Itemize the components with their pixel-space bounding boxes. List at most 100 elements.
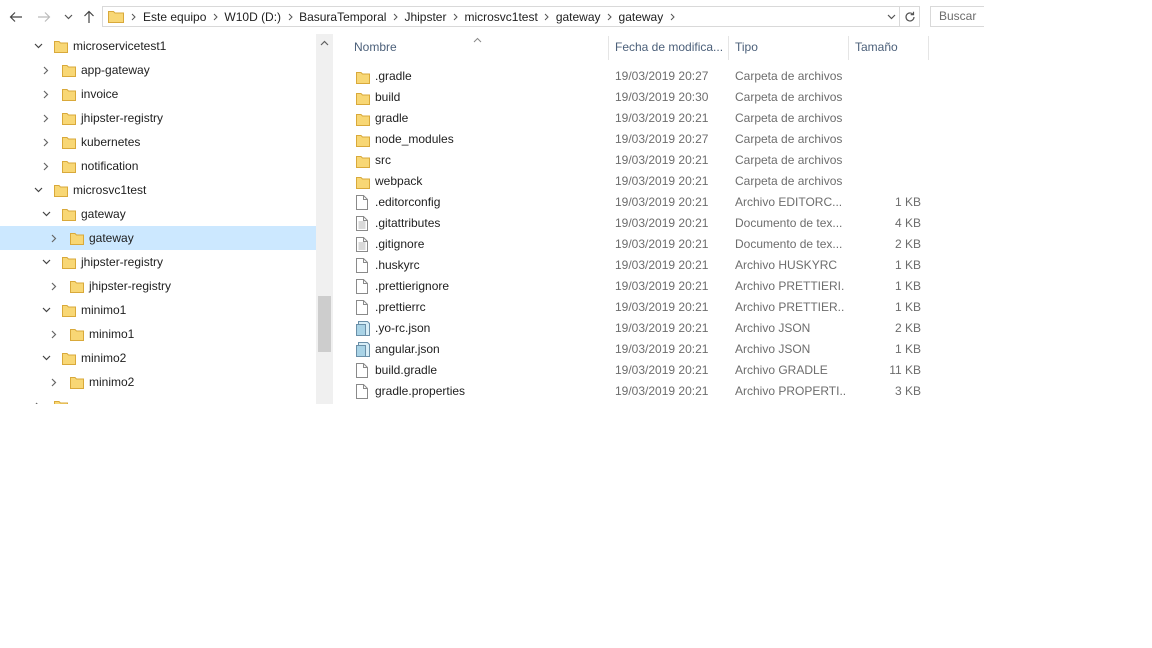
scrollbar-thumb[interactable] xyxy=(318,296,331,352)
chevron-right-icon[interactable] xyxy=(46,226,62,250)
file-row[interactable]: webpack 19/03/2019 20:21 Carpeta de archiv… xyxy=(348,171,932,192)
breadcrumb-chevron-icon[interactable] xyxy=(448,7,462,26)
file-row[interactable]: gradle 19/03/2019 20:21 Carpeta de archivo… xyxy=(348,108,932,129)
column-divider[interactable] xyxy=(848,36,849,60)
tree-item[interactable]: minimo2 xyxy=(0,370,316,394)
tree-item[interactable]: minimo2 xyxy=(0,346,316,370)
file-row[interactable]: src 19/03/2019 20:21 Carpeta de archivos xyxy=(348,150,932,171)
breadcrumb-chevron-icon[interactable] xyxy=(540,7,554,26)
address-history-button[interactable] xyxy=(883,7,899,26)
file-row[interactable]: angular.json 19/03/2019 20:21 Archivo JSON… xyxy=(348,339,932,360)
forward-button[interactable] xyxy=(34,6,54,28)
address-bar[interactable]: Este equipo W10D (D:) BasuraTemporal Jhipst… xyxy=(102,6,900,27)
tree-item-label: minimo1 xyxy=(81,303,127,317)
folder-icon xyxy=(356,153,370,169)
tree-item[interactable]: gateway xyxy=(0,202,316,226)
file-date: 19/03/2019 20:27 xyxy=(615,69,709,83)
file-type: Carpeta de archivos xyxy=(735,132,843,146)
chevron-right-icon[interactable] xyxy=(46,322,62,346)
breadcrumb-chevron-icon[interactable] xyxy=(208,7,222,26)
chevron-right-icon[interactable] xyxy=(38,130,54,154)
file-type: Archivo GRADLE xyxy=(735,363,828,377)
tree-item[interactable]: notification xyxy=(0,154,316,178)
breadcrumb-item[interactable]: Este equipo xyxy=(141,10,208,24)
column-header-name[interactable]: Nombre xyxy=(354,34,604,60)
tree-item[interactable]: invoice xyxy=(0,82,316,106)
file-name: src xyxy=(375,153,391,167)
file-row[interactable]: .yo-rc.json 19/03/2019 20:21 Archivo JSON 2… xyxy=(348,318,932,339)
scroll-up-arrow-icon[interactable] xyxy=(316,34,333,51)
tree-item[interactable]: gateway xyxy=(0,226,316,250)
file-row[interactable]: node_modules 19/03/2019 20:27 Carpeta de a… xyxy=(348,129,932,150)
file-row[interactable]: build.gradle 19/03/2019 20:21 Archivo GRAD… xyxy=(348,360,932,381)
tree-item-label: jhipster-registry xyxy=(81,255,164,269)
recent-locations-button[interactable] xyxy=(60,6,76,28)
column-header-date[interactable]: Fecha de modifica... xyxy=(615,34,725,60)
file-row[interactable]: .gradle 19/03/2019 20:27 Carpeta de archiv… xyxy=(348,66,932,87)
chevron-down-icon[interactable] xyxy=(38,250,54,274)
chevron-right-icon[interactable] xyxy=(30,394,46,404)
tree-item[interactable]: app-gateway xyxy=(0,58,316,82)
chevron-down-icon[interactable] xyxy=(38,202,54,226)
file-name: build xyxy=(375,90,401,104)
chevron-right-icon[interactable] xyxy=(38,154,54,178)
breadcrumb-chevron-icon[interactable] xyxy=(283,7,297,26)
tree-item[interactable] xyxy=(0,394,316,404)
file-row[interactable]: gradle.properties 19/03/2019 20:21 Archivo… xyxy=(348,381,932,402)
tree-item[interactable]: microsvc1test xyxy=(0,178,316,202)
file-type: Documento de tex... xyxy=(735,216,843,230)
chevron-down-icon[interactable] xyxy=(30,34,46,58)
up-button[interactable] xyxy=(80,6,98,28)
chevron-right-icon[interactable] xyxy=(46,370,62,394)
folder-icon xyxy=(62,206,76,222)
tree-item[interactable]: jhipster-registry xyxy=(0,274,316,298)
folder-icon xyxy=(356,90,370,106)
column-divider[interactable] xyxy=(928,36,929,60)
chevron-down-icon[interactable] xyxy=(38,298,54,322)
file-row[interactable]: .editorconfig 19/03/2019 20:21 Archivo EDI… xyxy=(348,192,932,213)
file-icon xyxy=(356,300,370,316)
file-type: Carpeta de archivos xyxy=(735,174,843,188)
file-row[interactable]: .gitattributes 19/03/2019 20:21 Documento … xyxy=(348,213,932,234)
breadcrumb-chevron-icon[interactable] xyxy=(665,7,679,26)
search-input[interactable]: Buscar e xyxy=(930,6,984,27)
chevron-right-icon[interactable] xyxy=(38,82,54,106)
tree-item[interactable]: jhipster-registry xyxy=(0,250,316,274)
folder-icon xyxy=(356,174,370,190)
chevron-right-icon[interactable] xyxy=(38,58,54,82)
breadcrumb-chevron-icon[interactable] xyxy=(603,7,617,26)
column-header-type[interactable]: Tipo xyxy=(735,34,845,60)
tree-item[interactable]: minimo1 xyxy=(0,298,316,322)
chevron-right-icon[interactable] xyxy=(46,274,62,298)
file-name: .gitignore xyxy=(375,237,425,251)
file-row[interactable]: .huskyrc 19/03/2019 20:21 Archivo HUSKYRC 1… xyxy=(348,255,932,276)
chevron-down-icon[interactable] xyxy=(38,346,54,370)
tree-item[interactable]: minimo1 xyxy=(0,322,316,346)
back-button[interactable] xyxy=(6,6,26,28)
refresh-button[interactable] xyxy=(900,6,920,27)
file-row[interactable]: .prettierignore 19/03/2019 20:21 Archivo P… xyxy=(348,276,932,297)
breadcrumb-item[interactable]: microsvc1test xyxy=(462,10,539,24)
file-row[interactable]: build 19/03/2019 20:30 Carpeta de archivos xyxy=(348,87,932,108)
folder-icon xyxy=(356,69,370,85)
tree-item[interactable]: kubernetes xyxy=(0,130,316,154)
breadcrumb-item[interactable]: BasuraTemporal xyxy=(297,10,388,24)
tree-item[interactable]: microservicetest1 xyxy=(0,34,316,58)
tree-scrollbar[interactable] xyxy=(316,34,333,404)
breadcrumb-item[interactable]: gateway xyxy=(554,10,603,24)
column-header-size[interactable]: Tamaño xyxy=(855,34,925,60)
chevron-down-icon[interactable] xyxy=(30,178,46,202)
column-divider[interactable] xyxy=(728,36,729,60)
column-divider[interactable] xyxy=(608,36,609,60)
file-date: 19/03/2019 20:21 xyxy=(615,237,709,251)
breadcrumb-chevron-icon[interactable] xyxy=(388,7,402,26)
file-row[interactable]: .gitignore 19/03/2019 20:21 Documento de t… xyxy=(348,234,932,255)
file-row[interactable]: .prettierrc 19/03/2019 20:21 Archivo PRETT… xyxy=(348,297,932,318)
folder-icon xyxy=(62,350,76,366)
breadcrumb-item[interactable]: gateway xyxy=(617,10,666,24)
breadcrumb-item[interactable]: W10D (D:) xyxy=(222,10,283,24)
breadcrumb-item[interactable]: Jhipster xyxy=(402,10,448,24)
tree-item-label: invoice xyxy=(81,87,119,101)
tree-item[interactable]: jhipster-registry xyxy=(0,106,316,130)
chevron-right-icon[interactable] xyxy=(38,106,54,130)
